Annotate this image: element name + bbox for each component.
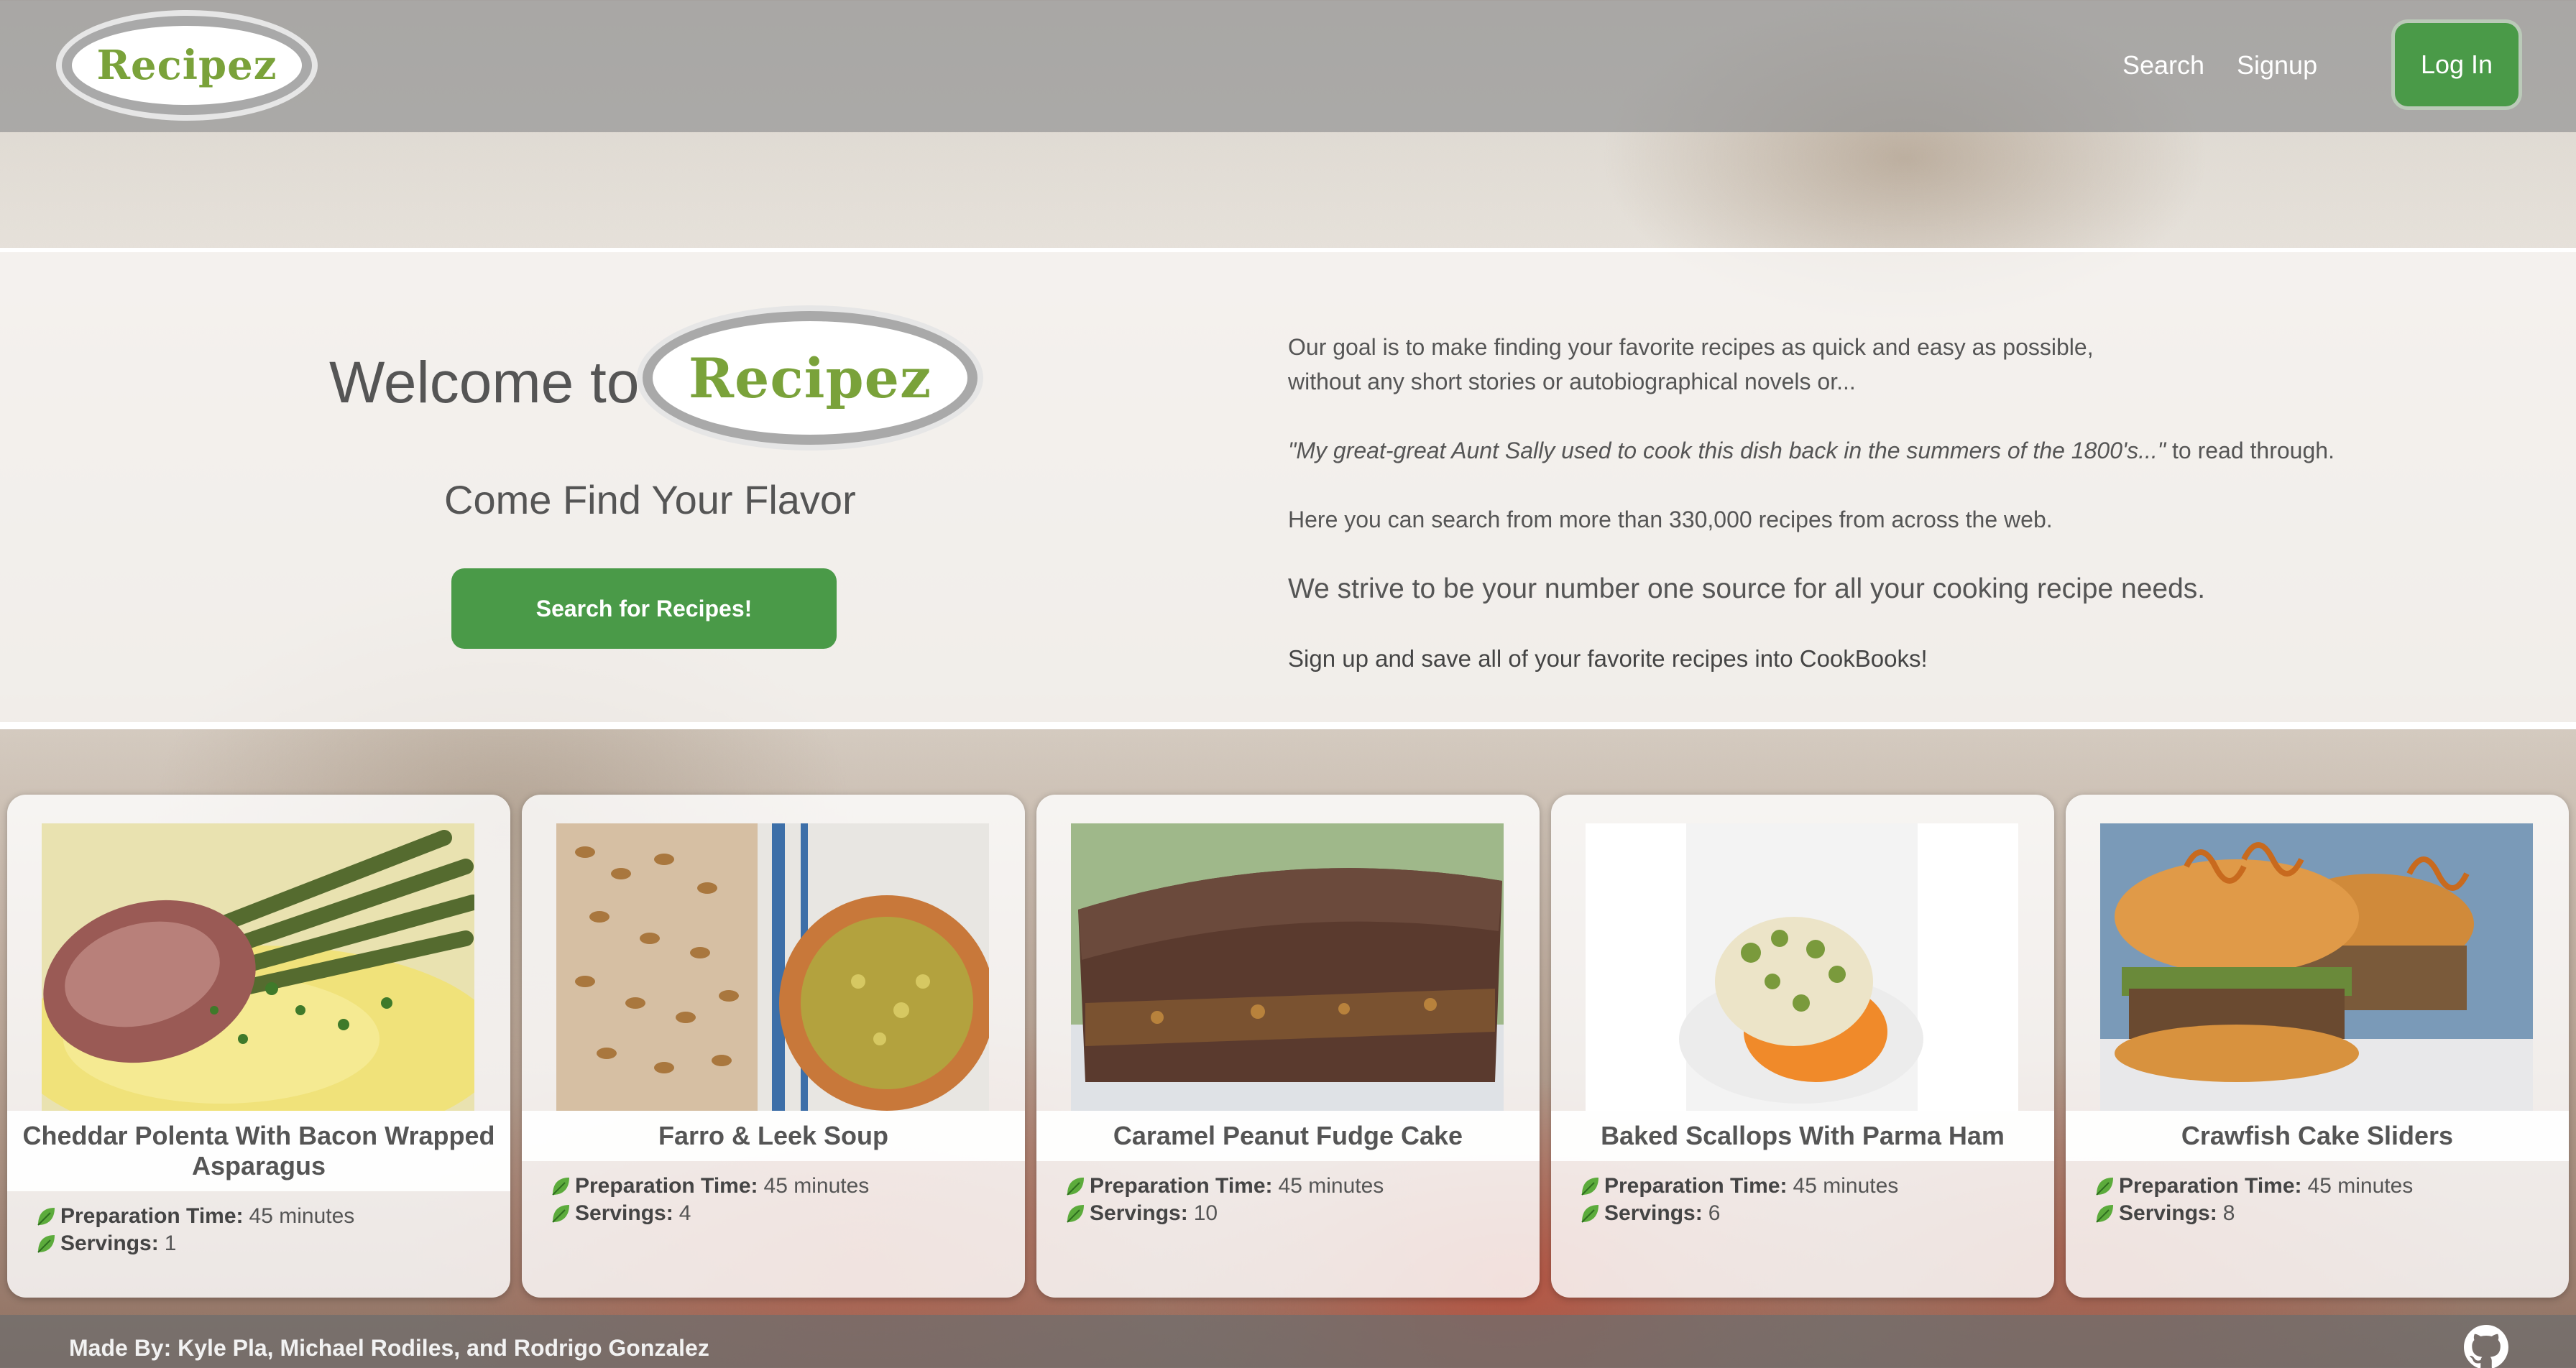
- prep-time-value: 45 minutes: [2307, 1174, 2414, 1198]
- leaf-icon: [1067, 1178, 1084, 1196]
- about-text: Our goal is to make finding your favorit…: [1288, 330, 2510, 676]
- footer-credits: Made By: Kyle Pla, Michael Rodiles, and …: [69, 1335, 709, 1361]
- servings-label: Servings:: [2119, 1201, 2217, 1225]
- servings-value: 4: [678, 1201, 691, 1225]
- leaf-icon: [2096, 1178, 2113, 1196]
- farro-soup-photo[interactable]: [556, 823, 989, 1111]
- about-paragraph-goal: Our goal is to make finding your favorit…: [1288, 330, 2510, 399]
- about-paragraph-strive: We strive to be your number one source f…: [1288, 573, 2206, 604]
- servings-row: Servings: 1: [36, 1230, 354, 1257]
- recipe-title[interactable]: Cheddar Polenta With Bacon Wrapped Aspar…: [7, 1111, 510, 1191]
- leaf-icon: [2096, 1205, 2113, 1223]
- prep-time-row: Preparation Time: 45 minutes: [36, 1203, 354, 1230]
- leaf-icon: [37, 1235, 55, 1253]
- leaf-icon: [1067, 1205, 1084, 1223]
- recipe-meta: Preparation Time: 45 minutes Servings: 1: [36, 1203, 354, 1257]
- about-goal-line-1: Our goal is to make finding your favorit…: [1288, 334, 2094, 360]
- fudge-cake-photo[interactable]: [1071, 823, 1504, 1111]
- recipe-meta: Preparation Time: 45 minutes Servings: 6: [1580, 1173, 1898, 1227]
- recipe-title[interactable]: Baked Scallops With Parma Ham: [1551, 1111, 2054, 1161]
- logo-text: Recipez: [96, 42, 277, 89]
- prep-time-label: Preparation Time:: [60, 1204, 244, 1228]
- prep-time-value: 45 minutes: [1793, 1174, 1899, 1198]
- recipe-card[interactable]: Baked Scallops With Parma Ham Preparatio…: [1551, 795, 2054, 1298]
- recipe-title[interactable]: Crawfish Cake Sliders: [2066, 1111, 2569, 1161]
- about-quote: "My great-great Aunt Sally used to cook …: [1288, 438, 2166, 463]
- prep-time-value: 45 minutes: [763, 1174, 870, 1198]
- about-paragraph-signup: Sign up and save all of your favorite re…: [1288, 645, 1928, 672]
- nav-search-link[interactable]: Search: [2122, 50, 2204, 80]
- leaf-icon: [1581, 1178, 1598, 1196]
- recipe-title[interactable]: Caramel Peanut Fudge Cake: [1036, 1111, 1540, 1161]
- servings-row: Servings: 6: [1580, 1200, 1898, 1227]
- about-goal-line-2: without any short stories or autobiograp…: [1288, 369, 1856, 394]
- servings-label: Servings:: [60, 1231, 159, 1255]
- servings-value: 8: [2222, 1201, 2235, 1225]
- leaf-icon: [552, 1178, 569, 1196]
- prep-time-row: Preparation Time: 45 minutes: [1580, 1173, 1898, 1200]
- polenta-asparagus-photo[interactable]: [42, 823, 474, 1111]
- servings-label: Servings:: [1090, 1201, 1188, 1225]
- recipe-card[interactable]: Farro & Leek Soup Preparation Time: 45 m…: [522, 795, 1025, 1298]
- nav-signup-link[interactable]: Signup: [2237, 50, 2317, 80]
- leaf-icon: [552, 1205, 569, 1223]
- scallops-photo[interactable]: [1586, 823, 2018, 1111]
- servings-row: Servings: 4: [551, 1200, 869, 1227]
- leaf-icon: [37, 1208, 55, 1226]
- recipe-title[interactable]: Farro & Leek Soup: [522, 1111, 1025, 1161]
- prep-time-label: Preparation Time:: [1604, 1174, 1788, 1198]
- prep-time-label: Preparation Time:: [1090, 1174, 1273, 1198]
- servings-label: Servings:: [575, 1201, 673, 1225]
- prep-time-label: Preparation Time:: [575, 1174, 758, 1198]
- servings-value: 6: [1708, 1201, 1721, 1225]
- login-button[interactable]: Log In: [2395, 23, 2518, 106]
- servings-row: Servings: 8: [2094, 1200, 2413, 1227]
- github-icon[interactable]: [2464, 1325, 2508, 1368]
- recipe-meta: Preparation Time: 45 minutes Servings: 8: [2094, 1173, 2413, 1227]
- servings-value: 10: [1193, 1201, 1218, 1225]
- search-recipes-button[interactable]: Search for Recipes!: [451, 568, 837, 649]
- prep-time-row: Preparation Time: 45 minutes: [2094, 1173, 2413, 1200]
- about-paragraph-quote: "My great-great Aunt Sally used to cook …: [1288, 433, 2510, 468]
- recipe-card[interactable]: Caramel Peanut Fudge Cake Preparation Ti…: [1036, 795, 1540, 1298]
- prep-time-value: 45 minutes: [1278, 1174, 1384, 1198]
- recipe-card[interactable]: Cheddar Polenta With Bacon Wrapped Aspar…: [7, 795, 510, 1298]
- servings-row: Servings: 10: [1065, 1200, 1384, 1227]
- prep-time-label: Preparation Time:: [2119, 1174, 2302, 1198]
- recipe-card[interactable]: Crawfish Cake Sliders Preparation Time: …: [2066, 795, 2569, 1298]
- servings-label: Servings:: [1604, 1201, 1703, 1225]
- servings-value: 1: [164, 1231, 177, 1255]
- hero-logo: Recipez: [643, 311, 978, 445]
- about-paragraph-count: Here you can search from more than 330,0…: [1288, 507, 2053, 532]
- hero-logo-text: Recipez: [688, 346, 932, 410]
- footer: Made By: Kyle Pla, Michael Rodiles, and …: [0, 1315, 2576, 1368]
- welcome-heading: Welcome to: [329, 350, 640, 415]
- leaf-icon: [1581, 1205, 1598, 1223]
- tagline: Come Find Your Flavor: [444, 477, 856, 522]
- about-quote-suffix: to read through.: [2166, 438, 2334, 463]
- recipez-logo[interactable]: Recipez: [62, 16, 312, 115]
- prep-time-value: 45 minutes: [249, 1204, 355, 1228]
- recipe-meta: Preparation Time: 45 minutes Servings: 4: [551, 1173, 869, 1227]
- prep-time-row: Preparation Time: 45 minutes: [551, 1173, 869, 1200]
- navbar: Recipez Search Signup Log In: [0, 0, 2576, 132]
- prep-time-row: Preparation Time: 45 minutes: [1065, 1173, 1384, 1200]
- hero-section: Welcome to Recipez Come Find Your Flavor…: [0, 248, 2576, 729]
- recipe-meta: Preparation Time: 45 minutes Servings: 1…: [1065, 1173, 1384, 1227]
- sliders-photo[interactable]: [2100, 823, 2533, 1111]
